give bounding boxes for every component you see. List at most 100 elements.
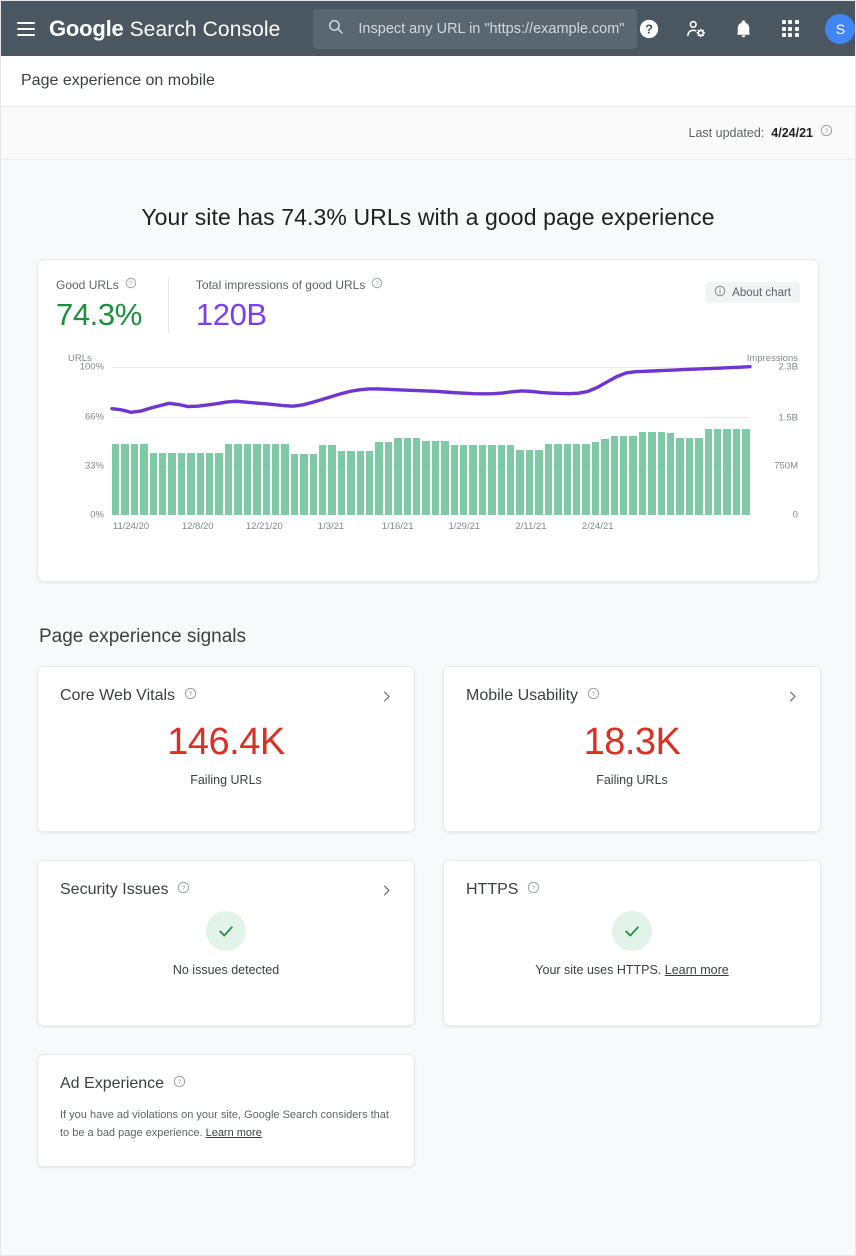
chart-metrics: Good URLs ? 74.3% Total impressions of g… bbox=[56, 277, 800, 333]
chart-bar bbox=[150, 453, 157, 515]
chart-bar bbox=[535, 450, 542, 515]
svg-text:?: ? bbox=[182, 885, 186, 892]
brand-product-text: Search Console bbox=[130, 18, 281, 42]
page-root: Google Search Console Inspect any URL in… bbox=[0, 0, 856, 1256]
x-axis-tick: 1/16/21 bbox=[382, 521, 414, 532]
card-core-web-vitals-value: 146.4K bbox=[60, 721, 392, 764]
chevron-right-icon[interactable] bbox=[379, 689, 394, 709]
svg-text:?: ? bbox=[178, 1079, 182, 1086]
chevron-right-icon[interactable] bbox=[379, 883, 394, 903]
x-axis-tick: 12/21/20 bbox=[246, 521, 283, 532]
y-axis-right-tick: 2.3B bbox=[778, 361, 798, 372]
card-https-header: HTTPS ? bbox=[466, 881, 798, 899]
last-updated-bar: Last updated: 4/24/21 ? bbox=[1, 107, 855, 160]
card-core-web-vitals-caption: Failing URLs bbox=[60, 773, 392, 787]
apps-grid-icon[interactable] bbox=[778, 17, 802, 41]
help-circle-icon[interactable]: ? bbox=[527, 881, 540, 899]
avatar-initial: S bbox=[836, 21, 845, 37]
metric-good-urls: Good URLs ? 74.3% bbox=[56, 277, 168, 333]
card-ad-experience: Ad Experience ? If you have ad violation… bbox=[37, 1054, 415, 1167]
svg-text:?: ? bbox=[189, 691, 193, 698]
last-updated-label: Last updated: bbox=[689, 126, 765, 140]
card-core-web-vitals-header: Core Web Vitals ? bbox=[60, 687, 392, 705]
card-mobile-usability-title: Mobile Usability bbox=[466, 687, 578, 705]
card-ad-experience-learn-more-link[interactable]: Learn more bbox=[206, 1127, 262, 1139]
y-axis-right-tick: 0 bbox=[793, 509, 798, 520]
avatar[interactable]: S bbox=[825, 14, 855, 44]
card-ad-experience-body: If you have ad violations on your site, … bbox=[60, 1106, 392, 1142]
about-chart-button[interactable]: About chart bbox=[705, 282, 800, 303]
chart-bar bbox=[178, 453, 185, 515]
chevron-right-icon[interactable] bbox=[785, 689, 800, 709]
metric-impressions-label-row: Total impressions of good URLs ? bbox=[196, 277, 383, 292]
chart-bar bbox=[310, 454, 317, 515]
signals-section-title: Page experience signals bbox=[39, 626, 819, 648]
page-experience-chart: URLs Impressions 0%33%66%100% 0750M1.5B2… bbox=[56, 353, 800, 543]
notifications-bell-icon[interactable] bbox=[731, 17, 755, 41]
y-axis-left-tick: 0% bbox=[70, 509, 104, 520]
card-core-web-vitals-title: Core Web Vitals bbox=[60, 687, 175, 705]
help-circle-icon[interactable]: ? bbox=[371, 277, 383, 292]
x-axis-tick: 11/24/20 bbox=[113, 521, 149, 532]
card-security-issues-status-text: No issues detected bbox=[173, 963, 279, 977]
x-axis-tick: 12/8/20 bbox=[182, 521, 214, 532]
x-axis-tick: 1/3/21 bbox=[318, 521, 344, 532]
help-circle-icon[interactable]: ? bbox=[173, 1075, 186, 1093]
signals-card-grid: Core Web Vitals ? 146.4K Failing URLs Mo… bbox=[37, 666, 819, 1167]
card-mobile-usability[interactable]: Mobile Usability ? 18.3K Failing URLs bbox=[443, 666, 821, 832]
card-https-title: HTTPS bbox=[466, 881, 518, 899]
svg-text:?: ? bbox=[592, 691, 596, 698]
card-ad-experience-header: Ad Experience ? bbox=[60, 1075, 392, 1093]
metric-good-urls-value: 74.3% bbox=[56, 298, 142, 333]
x-axis-tick: 1/29/21 bbox=[448, 521, 480, 532]
svg-text:?: ? bbox=[825, 128, 829, 135]
about-chart-label: About chart bbox=[732, 287, 791, 299]
card-ad-experience-title: Ad Experience bbox=[60, 1075, 164, 1093]
card-core-web-vitals[interactable]: Core Web Vitals ? 146.4K Failing URLs bbox=[37, 666, 415, 832]
svg-text:?: ? bbox=[376, 280, 380, 287]
help-icon[interactable]: ? bbox=[637, 17, 661, 41]
chart-bar bbox=[206, 453, 213, 515]
main-content: Your site has 74.3% URLs with a good pag… bbox=[1, 204, 855, 1167]
help-circle-icon[interactable]: ? bbox=[820, 124, 833, 142]
x-axis-tick: 2/24/21 bbox=[582, 521, 614, 532]
chart-bar bbox=[526, 450, 533, 515]
chart-bar bbox=[338, 451, 345, 515]
card-https-learn-more-link[interactable]: Learn more bbox=[665, 963, 729, 977]
overview-chart-card: Good URLs ? 74.3% Total impressions of g… bbox=[37, 259, 819, 582]
chart-bar bbox=[366, 451, 373, 515]
card-security-issues[interactable]: Security Issues ? No issues detected bbox=[37, 860, 415, 1026]
help-circle-icon[interactable]: ? bbox=[125, 277, 137, 292]
card-https-status: Your site uses HTTPS. Learn more bbox=[466, 911, 798, 977]
help-circle-icon[interactable]: ? bbox=[177, 881, 190, 899]
y-axis-left-tick: 100% bbox=[70, 361, 104, 372]
product-brand: Google Search Console bbox=[49, 16, 280, 42]
headline: Your site has 74.3% URLs with a good pag… bbox=[37, 204, 819, 231]
page-title: Page experience on mobile bbox=[21, 72, 215, 90]
last-updated-value: 4/24/21 bbox=[771, 126, 813, 140]
top-bar-actions: ? S bbox=[637, 14, 856, 44]
chart-bar bbox=[347, 451, 354, 515]
y-axis-right-tick: 1.5B bbox=[778, 413, 798, 424]
account-settings-icon[interactable] bbox=[684, 17, 708, 41]
card-security-issues-header: Security Issues ? bbox=[60, 881, 392, 899]
chart-bar bbox=[159, 453, 166, 515]
chart-bar bbox=[168, 453, 175, 515]
help-circle-icon[interactable]: ? bbox=[587, 687, 600, 705]
chart-bar bbox=[300, 454, 307, 515]
metric-impressions-value: 120B bbox=[196, 298, 383, 333]
chart-plot-area bbox=[112, 367, 750, 515]
brand-google-text: Google bbox=[49, 16, 124, 42]
x-axis-ticks: 11/24/20 12/8/20 12/21/20 1/3/21 1/16/21 1/29… bbox=[112, 521, 750, 537]
search-input-placeholder[interactable]: Inspect any URL in "https://example.com" bbox=[358, 21, 624, 37]
svg-text:?: ? bbox=[532, 885, 536, 892]
help-circle-icon[interactable]: ? bbox=[184, 687, 197, 705]
card-https: HTTPS ? Your site uses HTTPS. Learn more bbox=[443, 860, 821, 1026]
x-axis-tick: 2/11/21 bbox=[515, 521, 546, 532]
hamburger-menu-icon[interactable] bbox=[17, 17, 35, 41]
metric-impressions: Total impressions of good URLs ? 120B bbox=[168, 277, 409, 333]
chart-bar bbox=[197, 453, 204, 515]
metric-impressions-label: Total impressions of good URLs bbox=[196, 278, 365, 292]
check-circle-icon bbox=[612, 911, 652, 951]
url-inspection-search-box[interactable]: Inspect any URL in "https://example.com" bbox=[313, 9, 637, 49]
